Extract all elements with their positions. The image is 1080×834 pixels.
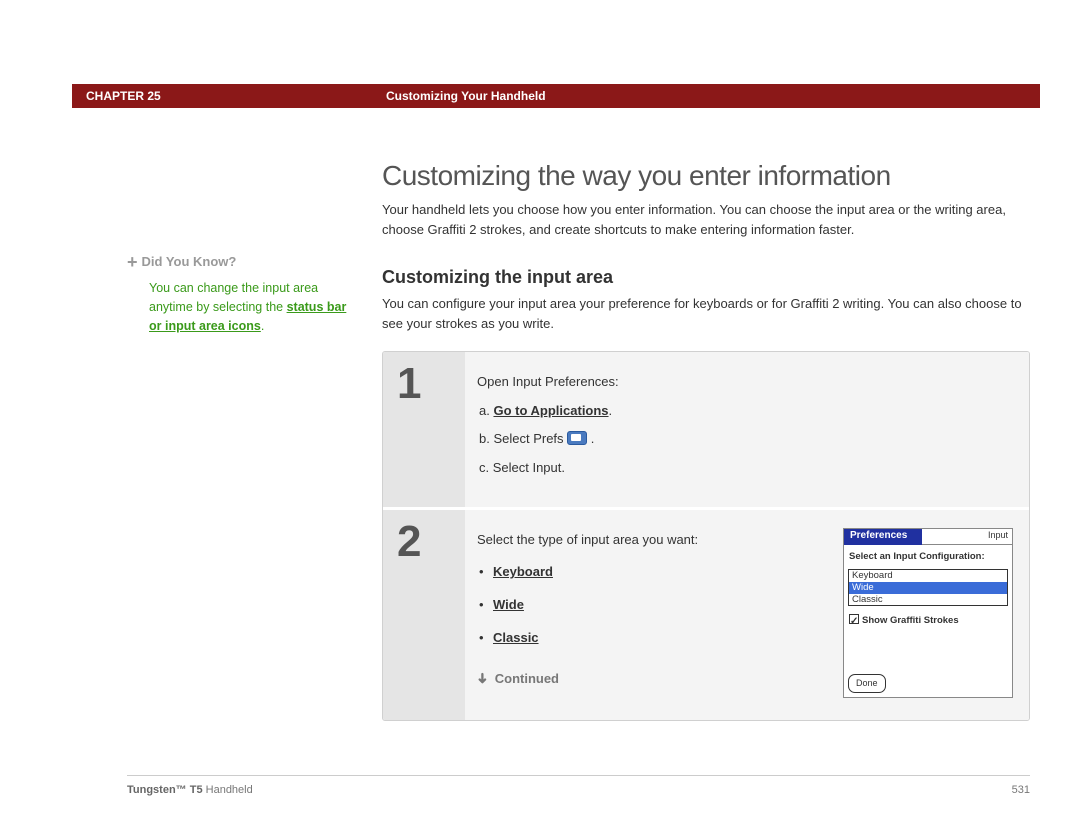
- step1-b: b. Select Prefs .: [479, 427, 1013, 452]
- sidebar-tip: + Did You Know? You can change the input …: [127, 160, 382, 721]
- page-number: 531: [1012, 784, 1030, 796]
- done-button[interactable]: Done: [848, 674, 886, 693]
- prefs-option-wide[interactable]: Wide: [849, 582, 1007, 594]
- prefs-category: Input: [922, 529, 1012, 545]
- step-number: 1: [383, 352, 465, 507]
- prefs-icon: [567, 431, 587, 445]
- chapter-header: CHAPTER 25 Customizing Your Handheld: [72, 84, 1040, 108]
- step-number: 2: [383, 510, 465, 720]
- link-classic[interactable]: Classic: [493, 630, 539, 645]
- footer-rule: [127, 775, 1030, 776]
- section-heading: Customizing the input area: [382, 267, 1030, 288]
- plus-icon: +: [127, 252, 138, 272]
- page-footer: Tungsten™ T5 Handheld 531: [127, 784, 1030, 796]
- step1-lead: Open Input Preferences:: [477, 370, 1013, 395]
- step1-c: c. Select Input.: [479, 456, 1013, 481]
- prefs-option-keyboard[interactable]: Keyboard: [849, 570, 1007, 582]
- link-wide[interactable]: Wide: [493, 597, 524, 612]
- checkbox-icon: [849, 614, 859, 624]
- intro-paragraph: Your handheld lets you choose how you en…: [382, 200, 1030, 239]
- page-heading: Customizing the way you enter informatio…: [382, 160, 1030, 192]
- prefs-listbox: Keyboard Wide Classic: [848, 569, 1008, 607]
- prefs-option-classic[interactable]: Classic: [849, 594, 1007, 606]
- tip-body: You can change the input area anytime by…: [127, 279, 362, 335]
- prefs-label: Select an Input Configuration:: [844, 545, 1012, 569]
- prefs-checkbox-row[interactable]: Show Graffiti Strokes: [844, 606, 1012, 636]
- chapter-label: CHAPTER 25: [86, 89, 386, 103]
- continued-indicator: ➜Continued: [477, 665, 821, 692]
- chapter-title: Customizing Your Handheld: [386, 89, 546, 103]
- step2-lead: Select the type of input area you want:: [477, 528, 821, 553]
- steps-container: 1 Open Input Preferences: a. Go to Appli…: [382, 351, 1030, 721]
- link-keyboard[interactable]: Keyboard: [493, 564, 553, 579]
- continued-arrow-icon: ➜: [470, 672, 497, 684]
- section-intro: You can configure your input area your p…: [382, 294, 1030, 333]
- preferences-screenshot: Preferences Input Select an Input Config…: [843, 528, 1013, 698]
- product-name: Tungsten™ T5 Handheld: [127, 784, 253, 796]
- step-1: 1 Open Input Preferences: a. Go to Appli…: [383, 352, 1029, 510]
- tip-text-end: .: [261, 319, 264, 333]
- step-body: Select the type of input area you want: …: [465, 510, 1029, 720]
- tip-heading: + Did You Know?: [127, 250, 362, 275]
- step-2: 2 Select the type of input area you want…: [383, 510, 1029, 720]
- main-content: Customizing the way you enter informatio…: [382, 160, 1030, 721]
- step-body: Open Input Preferences: a. Go to Applica…: [465, 352, 1029, 507]
- link-go-to-applications[interactable]: Go to Applications: [493, 403, 608, 418]
- tip-heading-text: Did You Know?: [142, 254, 237, 269]
- prefs-title: Preferences: [844, 529, 922, 545]
- step1-a: a. Go to Applications.: [479, 399, 1013, 424]
